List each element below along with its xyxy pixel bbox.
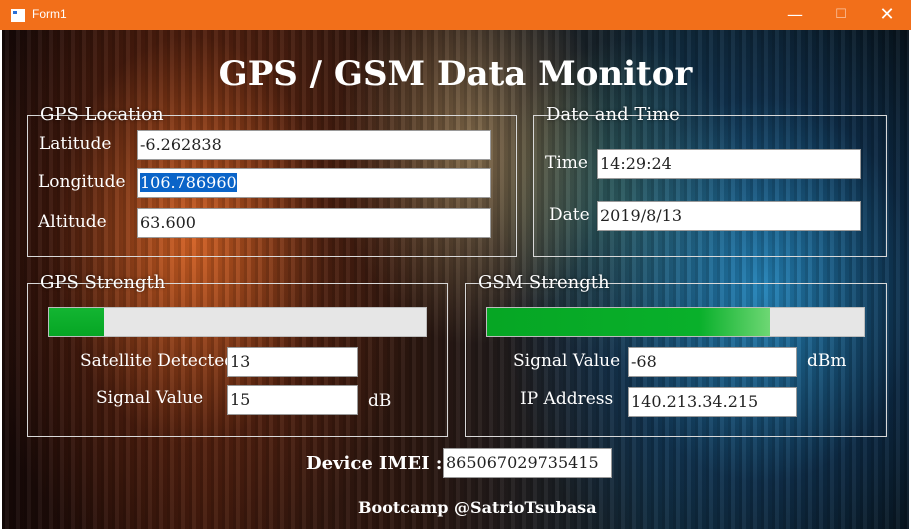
gsm-strength-bar-fill: [487, 308, 770, 336]
window-title: Form1: [32, 7, 67, 21]
form-client-area: GPS / GSM Data Monitor GPS Location Lati…: [2, 30, 909, 529]
title-bar: Form1 — ☐ ✕: [0, 0, 911, 30]
altitude-field[interactable]: 63.600: [137, 208, 491, 238]
minimize-button[interactable]: —: [772, 3, 818, 27]
app-icon: [11, 9, 25, 22]
gps-strength-bar: [48, 307, 427, 337]
gsm-strength-bar: [486, 307, 865, 337]
device-imei-label: Device IMEI :: [306, 453, 443, 474]
time-label: Time: [545, 153, 588, 173]
page-title: GPS / GSM Data Monitor: [218, 54, 693, 94]
gps-signal-unit: dB: [368, 391, 392, 411]
gps-strength-legend: GPS Strength: [40, 272, 166, 293]
gsm-signal-value-label: Signal Value: [513, 351, 621, 371]
time-field[interactable]: 14:29:24: [597, 149, 861, 179]
satellite-detected-label: Satellite Detected: [80, 351, 236, 371]
date-label: Date: [549, 205, 590, 225]
gsm-strength-group: GSM Strength Signal Value -68 dBm IP Add…: [465, 273, 887, 437]
longitude-field[interactable]: 106.786960: [137, 168, 491, 198]
longitude-selected-text: 106.786960: [140, 173, 237, 192]
device-imei-field[interactable]: 865067029735415: [443, 448, 612, 478]
gsm-signal-value-field[interactable]: -68: [628, 347, 797, 377]
ip-address-label: IP Address: [520, 389, 614, 409]
gps-signal-value-field[interactable]: 15: [227, 385, 358, 415]
latitude-label: Latitude: [39, 134, 112, 154]
gps-strength-bar-fill: [49, 308, 105, 336]
gsm-signal-unit: dBm: [807, 351, 847, 371]
date-time-group: Date and Time Time 14:29:24 Date 2019/8/…: [533, 105, 887, 257]
date-field[interactable]: 2019/8/13: [597, 201, 861, 231]
altitude-label: Altitude: [38, 212, 107, 232]
ip-address-field[interactable]: 140.213.34.215: [628, 387, 797, 417]
gps-location-legend: GPS Location: [40, 104, 164, 125]
gps-signal-value-label: Signal Value: [96, 388, 204, 408]
longitude-label: Longitude: [38, 172, 126, 192]
gps-strength-group: GPS Strength Satellite Detected 13 Signa…: [27, 273, 448, 437]
maximize-button[interactable]: ☐: [818, 3, 864, 27]
gps-location-group: GPS Location Latitude -6.262838 Longitud…: [27, 105, 517, 257]
gsm-strength-legend: GSM Strength: [478, 272, 610, 293]
latitude-field[interactable]: -6.262838: [137, 130, 491, 160]
credit-text: Bootcamp @SatrioTsubasa: [358, 498, 597, 517]
satellite-detected-field[interactable]: 13: [227, 347, 358, 377]
date-time-legend: Date and Time: [546, 104, 680, 125]
close-button[interactable]: ✕: [864, 3, 910, 27]
